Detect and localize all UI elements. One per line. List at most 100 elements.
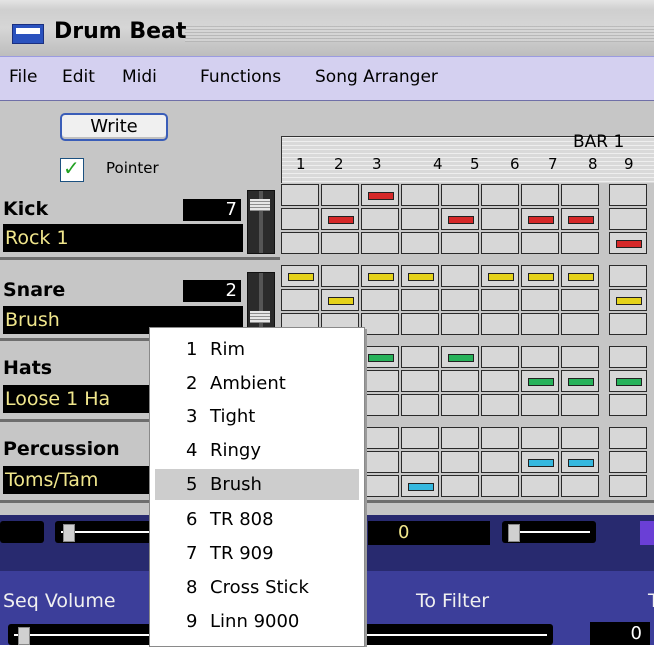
step-cell-hats[interactable]	[609, 346, 647, 368]
step-cell-kick[interactable]	[561, 184, 599, 206]
seq-volume-thumb[interactable]	[18, 627, 30, 645]
step-cell-hats[interactable]	[401, 394, 439, 416]
level-slider-a-thumb[interactable]	[63, 524, 75, 542]
step-cell-hats[interactable]	[361, 394, 399, 416]
step-cell-kick[interactable]	[481, 184, 519, 206]
step-cell-snare[interactable]	[609, 265, 647, 287]
level-slider-b-thumb[interactable]	[508, 524, 520, 542]
step-cell-snare[interactable]	[481, 313, 519, 335]
step-cell-kick[interactable]	[441, 232, 479, 254]
step-cell-snare[interactable]	[321, 289, 359, 311]
step-cell-hats[interactable]	[609, 370, 647, 392]
step-cell-percussion[interactable]	[561, 475, 599, 497]
step-cell-kick[interactable]	[401, 232, 439, 254]
step-cell-kick[interactable]	[361, 208, 399, 230]
instrument-kit-kick[interactable]: Rock 1	[3, 224, 243, 252]
step-cell-percussion[interactable]	[481, 475, 519, 497]
step-cell-kick[interactable]	[561, 208, 599, 230]
step-cell-snare[interactable]	[609, 289, 647, 311]
step-cell-snare[interactable]	[481, 289, 519, 311]
step-cell-hats[interactable]	[441, 394, 479, 416]
write-button[interactable]: Write	[60, 113, 168, 141]
pointer-checkbox[interactable]	[60, 156, 84, 182]
step-cell-snare[interactable]	[441, 289, 479, 311]
step-cell-percussion[interactable]	[361, 451, 399, 473]
step-cell-percussion[interactable]	[521, 451, 559, 473]
step-cell-kick[interactable]	[321, 208, 359, 230]
popup-item-brush[interactable]: 5 Brush	[155, 469, 359, 500]
step-cell-kick[interactable]	[521, 208, 559, 230]
step-cell-kick[interactable]	[361, 232, 399, 254]
step-cell-kick[interactable]	[281, 208, 319, 230]
step-cell-snare[interactable]	[361, 265, 399, 287]
step-cell-hats[interactable]	[441, 346, 479, 368]
step-cell-snare[interactable]	[441, 265, 479, 287]
menu-midi[interactable]: Midi	[122, 67, 157, 87]
step-cell-hats[interactable]	[361, 346, 399, 368]
step-cell-hats[interactable]	[481, 370, 519, 392]
popup-item-linn-9000[interactable]: 9 Linn 9000	[155, 606, 359, 637]
kick-volume-thumb[interactable]	[250, 199, 270, 211]
step-cell-percussion[interactable]	[401, 475, 439, 497]
snare-volume-thumb[interactable]	[250, 311, 270, 323]
step-cell-percussion[interactable]	[401, 451, 439, 473]
step-cell-snare[interactable]	[521, 313, 559, 335]
step-cell-snare[interactable]	[441, 313, 479, 335]
step-cell-percussion[interactable]	[609, 475, 647, 497]
step-cell-kick[interactable]	[521, 232, 559, 254]
step-cell-percussion[interactable]	[401, 427, 439, 449]
popup-item-ringy[interactable]: 4 Ringy	[155, 435, 359, 466]
step-cell-percussion[interactable]	[521, 475, 559, 497]
step-cell-hats[interactable]	[521, 346, 559, 368]
level-slider-b[interactable]	[502, 521, 596, 543]
step-cell-kick[interactable]	[561, 232, 599, 254]
step-cell-snare[interactable]	[321, 265, 359, 287]
step-cell-percussion[interactable]	[521, 427, 559, 449]
step-cell-percussion[interactable]	[481, 451, 519, 473]
step-cell-kick[interactable]	[321, 232, 359, 254]
step-cell-snare[interactable]	[481, 265, 519, 287]
step-cell-percussion[interactable]	[481, 427, 519, 449]
step-cell-snare[interactable]	[561, 289, 599, 311]
step-cell-hats[interactable]	[441, 370, 479, 392]
step-cell-snare[interactable]	[361, 313, 399, 335]
step-cell-kick[interactable]	[321, 184, 359, 206]
step-cell-snare[interactable]	[561, 265, 599, 287]
left-level-field[interactable]	[0, 521, 44, 543]
popup-item-tr-808[interactable]: 6 TR 808	[155, 504, 359, 535]
step-cell-snare[interactable]	[561, 313, 599, 335]
step-cell-hats[interactable]	[481, 346, 519, 368]
step-cell-kick[interactable]	[609, 232, 647, 254]
popup-item-rim[interactable]: 1 Rim	[155, 334, 359, 365]
step-cell-hats[interactable]	[481, 394, 519, 416]
step-cell-snare[interactable]	[361, 289, 399, 311]
step-cell-hats[interactable]	[561, 394, 599, 416]
step-cell-snare[interactable]	[609, 313, 647, 335]
kick-volume-slider[interactable]	[247, 190, 275, 254]
instrument-number-kick[interactable]: 7	[183, 199, 241, 221]
step-cell-kick[interactable]	[401, 208, 439, 230]
step-cell-percussion[interactable]	[441, 451, 479, 473]
step-cell-snare[interactable]	[521, 289, 559, 311]
step-cell-kick[interactable]	[609, 208, 647, 230]
step-cell-hats[interactable]	[401, 370, 439, 392]
menu-song-arranger[interactable]: Song Arranger	[315, 67, 438, 87]
menu-functions[interactable]: Functions	[200, 67, 281, 87]
popup-item-tr-909[interactable]: 7 TR 909	[155, 538, 359, 569]
step-cell-percussion[interactable]	[441, 475, 479, 497]
level-slider-a[interactable]	[55, 521, 155, 543]
popup-item-ambient[interactable]: 2 Ambient	[155, 368, 359, 399]
menu-edit[interactable]: Edit	[62, 67, 95, 87]
step-cell-kick[interactable]	[401, 184, 439, 206]
step-cell-snare[interactable]	[521, 265, 559, 287]
step-cell-hats[interactable]	[521, 370, 559, 392]
step-cell-kick[interactable]	[441, 208, 479, 230]
step-cell-percussion[interactable]	[609, 451, 647, 473]
step-cell-percussion[interactable]	[361, 427, 399, 449]
step-cell-percussion[interactable]	[361, 475, 399, 497]
popup-item-cross-stick[interactable]: 8 Cross Stick	[155, 572, 359, 603]
step-cell-snare[interactable]	[281, 265, 319, 287]
step-cell-hats[interactable]	[401, 346, 439, 368]
instrument-number-snare[interactable]: 2	[183, 280, 241, 302]
step-cell-kick[interactable]	[441, 184, 479, 206]
